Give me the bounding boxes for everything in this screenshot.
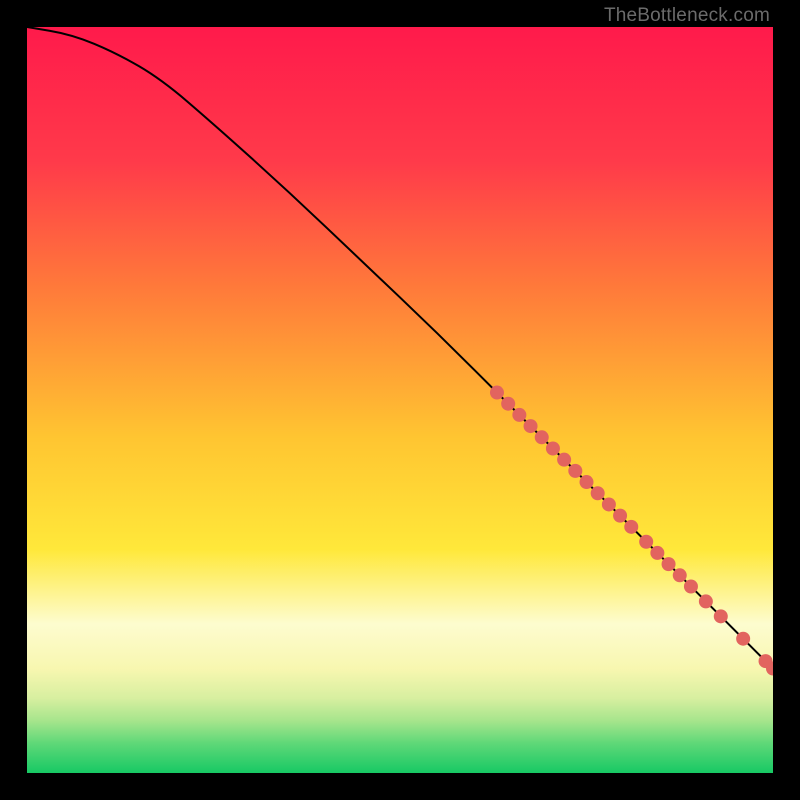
data-point [662, 557, 676, 571]
chart-background [27, 27, 773, 773]
data-point [490, 386, 504, 400]
data-point [546, 441, 560, 455]
data-point [684, 580, 698, 594]
chart-frame [27, 27, 773, 773]
data-point [524, 419, 538, 433]
data-point [512, 408, 526, 422]
data-point [736, 632, 750, 646]
data-point [557, 453, 571, 467]
data-point [602, 497, 616, 511]
data-point [568, 464, 582, 478]
data-point [639, 535, 653, 549]
data-point [714, 609, 728, 623]
chart-canvas [27, 27, 773, 773]
data-point [591, 486, 605, 500]
data-point [624, 520, 638, 534]
watermark-text: TheBottleneck.com [604, 5, 770, 27]
data-point [699, 594, 713, 608]
data-point [501, 397, 515, 411]
data-point [613, 509, 627, 523]
data-point [673, 568, 687, 582]
data-point [535, 430, 549, 444]
data-point [650, 546, 664, 560]
data-point [580, 475, 594, 489]
